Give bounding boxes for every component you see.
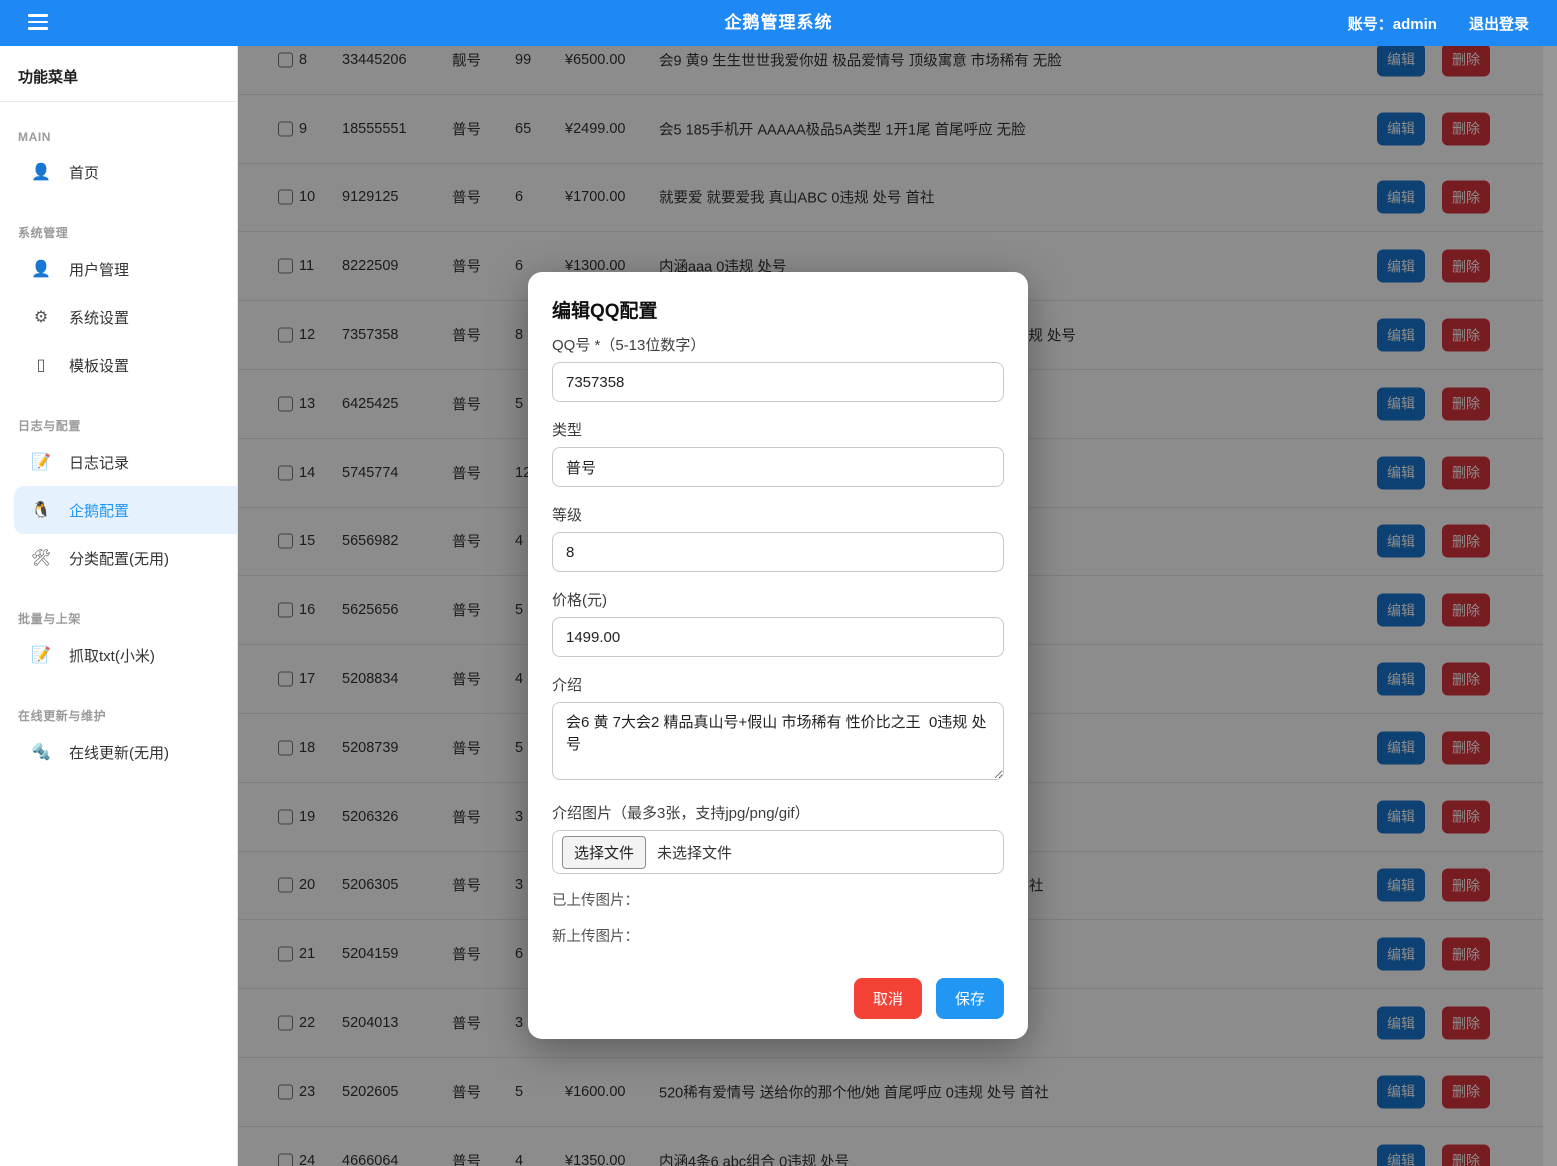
sidebar-item-system-settings[interactable]: ⚙ 系统设置: [0, 293, 237, 341]
app-header: 企鹅管理系统 账号：admin 退出登录: [0, 0, 1557, 46]
sidebar-section-label: 系统管理: [0, 224, 237, 241]
user-icon: 👤: [30, 162, 52, 182]
sidebar-sections: MAIN 👤 首页系统管理 👤 用户管理 ⚙ 系统设置 ▯ 模板设置日志与配置 📝 日志记录 🐧 企鹅配…: [0, 130, 237, 776]
sidebar-item-label: 企鹅配置: [69, 500, 129, 521]
sidebar-section: 批量与上架 📝 抓取txt(小米): [0, 610, 237, 679]
sidebar-section: 系统管理 👤 用户管理 ⚙ 系统设置 ▯ 模板设置: [0, 224, 237, 389]
level-field[interactable]: [552, 532, 1004, 572]
dialog-title: 编辑QQ配置: [552, 296, 1004, 323]
sidebar-item-label: 日志记录: [69, 452, 129, 473]
sidebar-item-category-config[interactable]: 🛠 分类配置(无用): [0, 534, 237, 582]
sidebar-section: MAIN 👤 首页: [0, 130, 237, 196]
sidebar-item-penguin-config[interactable]: 🐧 企鹅配置: [14, 486, 237, 534]
sidebar-title: 功能菜单: [0, 46, 237, 101]
sidebar: 功能菜单 MAIN 👤 首页系统管理 👤 用户管理 ⚙ 系统设置 ▯ 模板设置日志与配置 📝 日志记…: [0, 46, 238, 1166]
sidebar-section-label: 日志与配置: [0, 417, 237, 434]
logout-button[interactable]: 退出登录: [1469, 13, 1529, 34]
scrollbar[interactable]: [1543, 46, 1557, 1166]
sidebar-divider: [0, 101, 237, 102]
penguin-icon: 🐧: [30, 500, 52, 520]
sidebar-item-template-settings[interactable]: ▯ 模板设置: [0, 341, 237, 389]
qq-number-label: QQ号 *（5-13位数字）: [552, 334, 1004, 355]
user-icon: 👤: [30, 259, 52, 279]
gear-icon: ⚙: [30, 307, 52, 327]
sidebar-item-label: 在线更新(无用): [69, 742, 169, 763]
no-file-selected-text: 未选择文件: [657, 842, 732, 863]
file-input[interactable]: 选择文件 未选择文件: [552, 830, 1004, 874]
sidebar-item-user-management[interactable]: 👤 用户管理: [0, 245, 237, 293]
type-label: 类型: [552, 419, 1004, 440]
account-label: 账号：admin: [1348, 13, 1437, 34]
bolt-icon: 🔩: [30, 742, 52, 762]
sidebar-section-label: MAIN: [0, 130, 237, 144]
sidebar-section: 在线更新与维护 🔩 在线更新(无用): [0, 707, 237, 776]
description-label: 介绍: [552, 674, 1004, 695]
sidebar-item-label: 模板设置: [69, 355, 129, 376]
tools-icon: 🛠: [30, 548, 52, 568]
sidebar-item-fetch-txt[interactable]: 📝 抓取txt(小米): [0, 631, 237, 679]
sidebar-item-label: 用户管理: [69, 259, 129, 280]
memo-icon: 📝: [30, 645, 52, 665]
uploaded-images-label: 已上传图片：: [552, 889, 1004, 910]
type-field[interactable]: [552, 447, 1004, 487]
sidebar-item-online-update[interactable]: 🔩 在线更新(无用): [0, 728, 237, 776]
sidebar-item-label: 系统设置: [69, 307, 129, 328]
description-textarea[interactable]: 会6 黄 7大会2 精品真山号+假山 市场稀有 性价比之王 0违规 处号: [552, 702, 1004, 780]
images-label: 介绍图片（最多3张，支持jpg/png/gif）: [552, 802, 1004, 823]
sidebar-item-label: 分类配置(无用): [69, 548, 169, 569]
sidebar-section-label: 批量与上架: [0, 610, 237, 627]
sidebar-item-label: 抓取txt(小米): [69, 645, 155, 666]
price-label: 价格(元): [552, 589, 1004, 610]
placeholder-icon: ▯: [30, 355, 52, 375]
new-upload-images-label: 新上传图片：: [552, 925, 1004, 946]
sidebar-section-label: 在线更新与维护: [0, 707, 237, 724]
cancel-button[interactable]: 取消: [854, 978, 922, 1019]
sidebar-item-log-records[interactable]: 📝 日志记录: [0, 438, 237, 486]
level-label: 等级: [552, 504, 1004, 525]
sidebar-item-label: 首页: [69, 162, 99, 183]
edit-qq-dialog: 编辑QQ配置 QQ号 *（5-13位数字） 类型 等级 价格(元) 介绍 会6 …: [528, 272, 1028, 1039]
choose-file-button[interactable]: 选择文件: [562, 836, 646, 869]
app-title: 企鹅管理系统: [0, 0, 1557, 46]
qq-number-field[interactable]: [552, 362, 1004, 402]
save-button[interactable]: 保存: [936, 978, 1004, 1019]
sidebar-section: 日志与配置 📝 日志记录 🐧 企鹅配置 🛠 分类配置(无用): [0, 417, 237, 582]
sidebar-item-home[interactable]: 👤 首页: [0, 148, 237, 196]
memo-icon: 📝: [30, 452, 52, 472]
price-field[interactable]: [552, 617, 1004, 657]
